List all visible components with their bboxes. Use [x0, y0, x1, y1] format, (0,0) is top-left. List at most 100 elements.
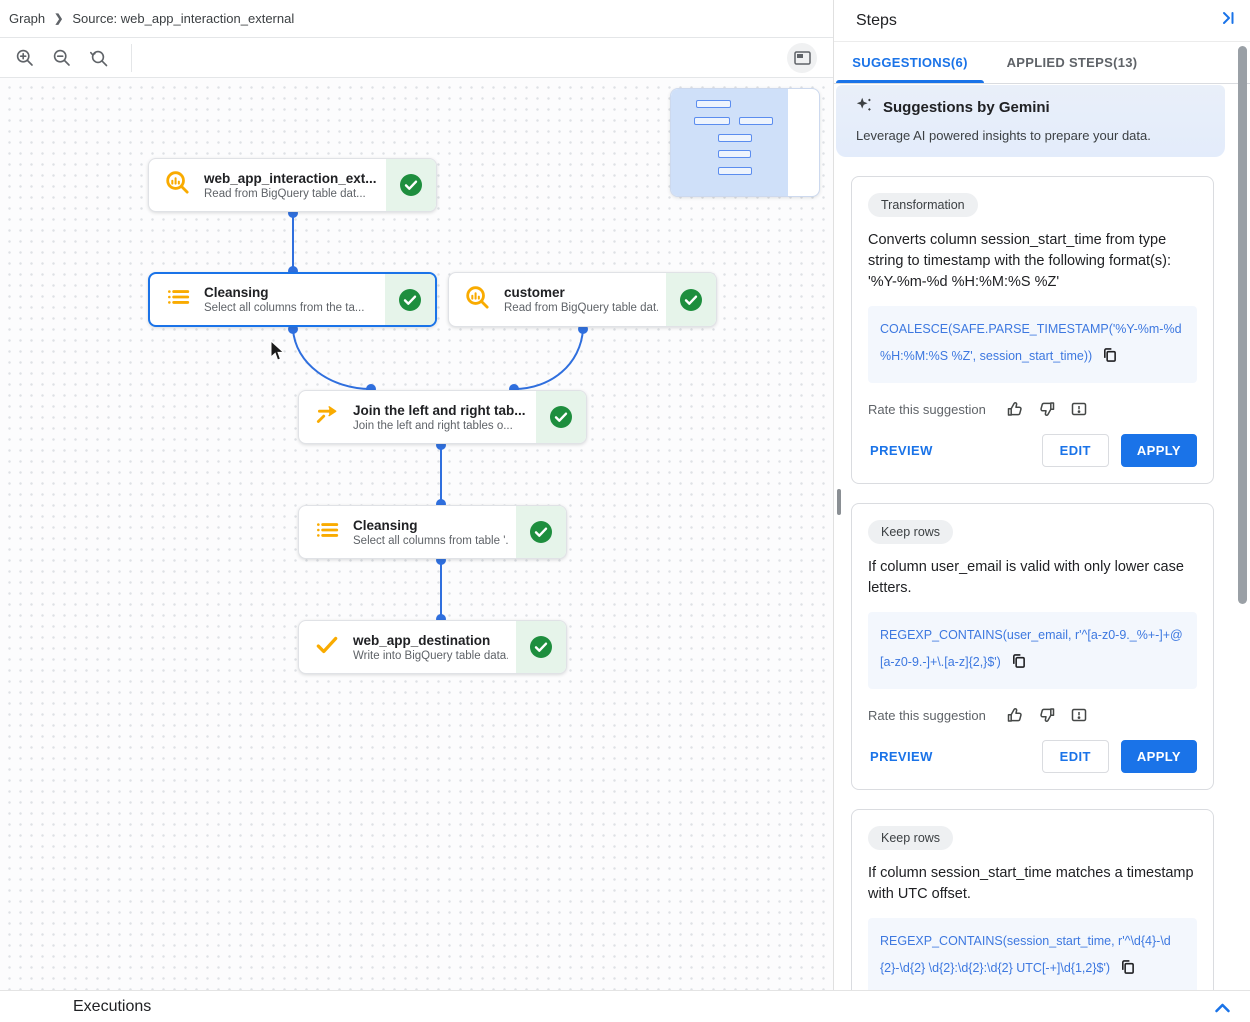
- node-subtitle: Join the left and right tables o...: [353, 420, 526, 432]
- thumbs-down-icon[interactable]: [1038, 400, 1056, 418]
- success-check-icon: [398, 172, 424, 198]
- preview-button[interactable]: PREVIEW: [868, 435, 935, 466]
- thumbs-up-icon[interactable]: [1006, 706, 1024, 724]
- node-texts: web_app_interaction_ext... Read from Big…: [204, 171, 377, 200]
- node-status-success: [516, 506, 566, 558]
- node-title: customer: [504, 285, 658, 300]
- minimap-node: [694, 117, 730, 125]
- feedback-icon[interactable]: [1070, 400, 1088, 418]
- code-text: REGEXP_CONTAINS(user_email, r'^[a-z0-9._…: [880, 628, 1183, 669]
- edit-button[interactable]: EDIT: [1042, 740, 1109, 773]
- gemini-spark-icon: [856, 97, 873, 118]
- node-destination[interactable]: web_app_destination Write into BigQuery …: [298, 620, 567, 674]
- join-icon: [314, 402, 340, 433]
- collapse-panel-right-icon[interactable]: [1220, 10, 1236, 31]
- suggestion-card: Keep rows If column user_email is valid …: [851, 503, 1214, 790]
- graph-canvas[interactable]: web_app_interaction_ext... Read from Big…: [0, 78, 833, 990]
- card-actions: PREVIEW EDIT APPLY: [868, 434, 1197, 467]
- suggestion-type-chip: Keep rows: [868, 520, 953, 544]
- node-body: web_app_destination Write into BigQuery …: [299, 621, 516, 673]
- node-body: Cleansing Select all columns from the ta…: [150, 274, 385, 325]
- suggestion-description: If column user_email is valid with only …: [868, 557, 1197, 599]
- zoom-reset-icon[interactable]: [88, 47, 110, 69]
- node-cleansing-1[interactable]: Cleansing Select all columns from the ta…: [148, 272, 437, 327]
- zoom-out-icon[interactable]: [51, 47, 73, 69]
- toolbar-divider: [131, 44, 132, 72]
- steps-panel-header: Steps: [834, 0, 1250, 42]
- thumbs-up-icon[interactable]: [1006, 400, 1024, 418]
- minimap-node: [696, 100, 731, 108]
- minimap-toggle-button[interactable]: [787, 43, 817, 73]
- graph-toolbar: [0, 38, 833, 78]
- node-source-web-app-interaction[interactable]: web_app_interaction_ext... Read from Big…: [148, 158, 437, 212]
- apply-button[interactable]: APPLY: [1121, 740, 1197, 773]
- suggestion-code: REGEXP_CONTAINS(user_email, r'^[a-z0-9._…: [868, 612, 1197, 689]
- feedback-icon[interactable]: [1070, 706, 1088, 724]
- tab-suggestions[interactable]: SUGGESTIONS(6): [834, 42, 986, 83]
- suggestion-card: Transformation Converts column session_s…: [851, 176, 1214, 484]
- node-body: Cleansing Select all columns from table …: [299, 506, 516, 558]
- node-subtitle: Write into BigQuery table data...: [353, 650, 508, 662]
- rate-row: Rate this suggestion: [868, 400, 1197, 418]
- success-check-icon: [678, 287, 704, 313]
- suggestion-type-chip: Keep rows: [868, 826, 953, 850]
- node-texts: Cleansing Select all columns from table …: [353, 518, 508, 547]
- node-status-success: [666, 273, 716, 326]
- bigquery-source-icon: [464, 284, 491, 316]
- graph-minimap[interactable]: [670, 88, 820, 197]
- rate-label: Rate this suggestion: [868, 402, 986, 417]
- rate-row: Rate this suggestion: [868, 706, 1197, 724]
- breadcrumb-root[interactable]: Graph: [9, 11, 45, 26]
- cleansing-list-icon: [165, 284, 191, 315]
- banner-title: Suggestions by Gemini: [883, 99, 1050, 116]
- node-title: Join the left and right tab...: [353, 403, 526, 418]
- minimap-node: [718, 167, 752, 175]
- steps-tabs: SUGGESTIONS(6) APPLIED STEPS(13): [834, 42, 1250, 84]
- panel-resize-handle[interactable]: [837, 489, 841, 515]
- node-status-success: [386, 159, 436, 211]
- copy-icon[interactable]: [1102, 346, 1117, 373]
- cleansing-list-icon: [314, 517, 340, 548]
- success-check-icon: [528, 634, 554, 660]
- executions-bar[interactable]: Executions: [0, 990, 1250, 1022]
- node-subtitle: Read from BigQuery table dat...: [204, 188, 377, 200]
- panel-scrollbar[interactable]: [1238, 46, 1247, 604]
- node-subtitle: Select all columns from the ta...: [204, 302, 364, 314]
- suggestion-code: REGEXP_CONTAINS(session_start_time, r'^\…: [868, 918, 1197, 995]
- node-title: Cleansing: [204, 285, 364, 300]
- panel-title: Steps: [856, 12, 897, 30]
- copy-icon[interactable]: [1120, 958, 1135, 985]
- suggestion-description: If column session_start_time matches a t…: [868, 863, 1197, 905]
- node-status-success: [516, 621, 566, 673]
- chevron-up-icon[interactable]: [1214, 1001, 1231, 1013]
- suggestions-scroll-area: Suggestions by Gemini Leverage AI powere…: [834, 84, 1250, 1022]
- success-check-icon: [548, 404, 574, 430]
- suggestion-description: Converts column session_start_time from …: [868, 230, 1197, 293]
- node-cleansing-2[interactable]: Cleansing Select all columns from table …: [298, 505, 567, 559]
- breadcrumb-current: Source: web_app_interaction_external: [72, 11, 294, 26]
- node-body: Join the left and right tab... Join the …: [299, 391, 536, 443]
- node-texts: Join the left and right tab... Join the …: [353, 403, 526, 432]
- destination-check-icon: [314, 632, 340, 663]
- executions-title: Executions: [73, 998, 151, 1016]
- node-join[interactable]: Join the left and right tab... Join the …: [298, 390, 587, 444]
- node-subtitle: Read from BigQuery table dat...: [504, 302, 658, 314]
- bigquery-source-icon: [164, 169, 191, 201]
- success-check-icon: [528, 519, 554, 545]
- zoom-in-icon[interactable]: [14, 47, 36, 69]
- node-title: web_app_interaction_ext...: [204, 171, 377, 186]
- node-source-customer[interactable]: customer Read from BigQuery table dat...: [448, 272, 717, 327]
- copy-icon[interactable]: [1011, 652, 1026, 679]
- node-title: web_app_destination: [353, 633, 508, 648]
- edit-button[interactable]: EDIT: [1042, 434, 1109, 467]
- node-texts: web_app_destination Write into BigQuery …: [353, 633, 508, 662]
- card-actions: PREVIEW EDIT APPLY: [868, 740, 1197, 773]
- tab-applied-steps[interactable]: APPLIED STEPS(13): [986, 42, 1158, 83]
- preview-button[interactable]: PREVIEW: [868, 741, 935, 772]
- node-status-success: [536, 391, 586, 443]
- node-status-success: [385, 274, 435, 325]
- apply-button[interactable]: APPLY: [1121, 434, 1197, 467]
- code-text: COALESCE(SAFE.PARSE_TIMESTAMP('%Y-%m-%d …: [880, 322, 1182, 363]
- minimap-toggle-icon: [794, 51, 811, 65]
- thumbs-down-icon[interactable]: [1038, 706, 1056, 724]
